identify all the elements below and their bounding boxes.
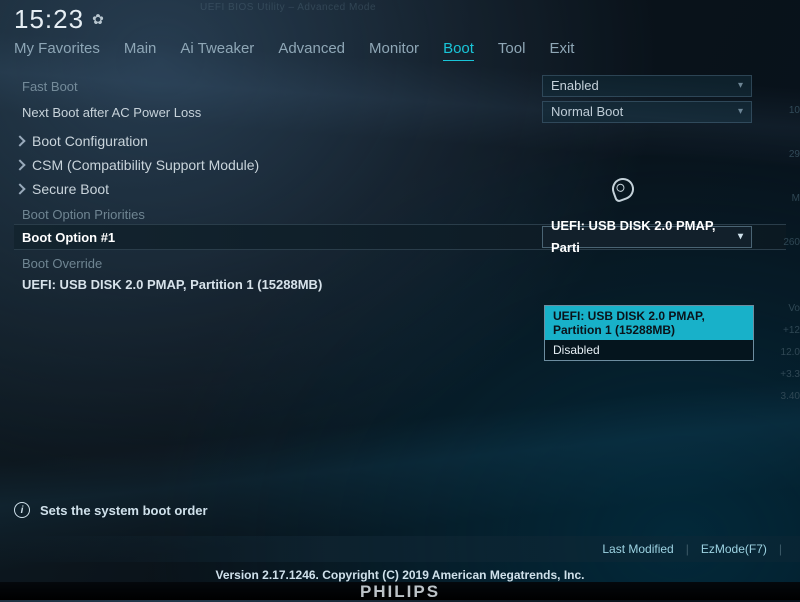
chevron-down-icon: ▾ bbox=[738, 75, 743, 97]
next-boot-dropdown[interactable]: Normal Boot ▾ bbox=[542, 101, 752, 123]
boot-option-dropdown-popup: UEFI: USB DISK 2.0 PMAP, Partition 1 (15… bbox=[544, 305, 754, 361]
submenu-secure-boot[interactable]: Secure Boot bbox=[14, 177, 786, 201]
chevron-down-icon: ▾ bbox=[738, 101, 743, 123]
dropdown-option[interactable]: Disabled bbox=[545, 340, 753, 360]
side-info-ghost: 1029M260Vo+1212.0+3.33.40 bbox=[774, 100, 800, 408]
submenu-label: CSM (Compatibility Support Module) bbox=[32, 157, 259, 173]
bottom-bar: Last Modified | EzMode(F7) | bbox=[0, 536, 800, 562]
boot-override-item[interactable]: UEFI: USB DISK 2.0 PMAP, Partition 1 (15… bbox=[14, 273, 786, 296]
chevron-down-icon: ▾ bbox=[738, 226, 743, 248]
dropdown-option[interactable]: UEFI: USB DISK 2.0 PMAP, Partition 1 (15… bbox=[545, 306, 753, 340]
chevron-right-icon bbox=[14, 135, 25, 146]
help-text: Sets the system boot order bbox=[40, 503, 208, 518]
info-icon: i bbox=[14, 502, 30, 518]
boot-option-1-dropdown[interactable]: UEFI: USB DISK 2.0 PMAP, Parti ▾ bbox=[542, 226, 752, 248]
tab-my-favorites[interactable]: My Favorites bbox=[14, 40, 100, 61]
fast-boot-dropdown[interactable]: Enabled ▾ bbox=[542, 75, 752, 97]
last-modified-link[interactable]: Last Modified bbox=[602, 542, 673, 556]
submenu-list: Boot Configuration CSM (Compatibility Sup… bbox=[14, 129, 786, 201]
submenu-csm-compatibility-support-module-[interactable]: CSM (Compatibility Support Module) bbox=[14, 153, 786, 177]
tab-boot[interactable]: Boot bbox=[443, 40, 474, 61]
boot-option-1-row[interactable]: Boot Option #1 UEFI: USB DISK 2.0 PMAP, … bbox=[14, 224, 786, 250]
chevron-right-icon bbox=[14, 183, 25, 194]
submenu-label: Secure Boot bbox=[32, 181, 109, 197]
title-ghost: UEFI BIOS Utility – Advanced Mode bbox=[200, 2, 376, 13]
tab-monitor[interactable]: Monitor bbox=[369, 40, 419, 61]
gear-icon[interactable]: ✿ bbox=[92, 11, 104, 28]
ezmode-link[interactable]: EzMode(F7) bbox=[701, 542, 767, 556]
fast-boot-label: Fast Boot bbox=[22, 79, 542, 94]
help-row: i Sets the system boot order bbox=[14, 502, 208, 518]
next-boot-value: Normal Boot bbox=[551, 101, 623, 123]
main-tabs: My Favorites Main Ai Tweaker Advanced Monito… bbox=[14, 40, 786, 69]
tab-exit[interactable]: Exit bbox=[549, 40, 574, 61]
tab-main[interactable]: Main bbox=[124, 40, 157, 61]
copyright: Version 2.17.1246. Copyright (C) 2019 Am… bbox=[0, 568, 800, 582]
boot-option-1-value: UEFI: USB DISK 2.0 PMAP, Parti bbox=[551, 215, 738, 259]
tab-ai-tweaker[interactable]: Ai Tweaker bbox=[180, 40, 254, 61]
boot-option-1-label: Boot Option #1 bbox=[22, 230, 542, 245]
fast-boot-value: Enabled bbox=[551, 75, 599, 97]
monitor-brand: PHILIPS bbox=[360, 582, 440, 602]
tab-advanced[interactable]: Advanced bbox=[278, 40, 345, 61]
bios-boot-screen: UEFI BIOS Utility – Advanced Mode 15:23 … bbox=[0, 0, 800, 600]
submenu-boot-configuration[interactable]: Boot Configuration bbox=[14, 129, 786, 153]
chevron-right-icon bbox=[14, 159, 25, 170]
tab-tool[interactable]: Tool bbox=[498, 40, 526, 61]
clock: 15:23 bbox=[14, 4, 84, 35]
next-boot-label: Next Boot after AC Power Loss bbox=[22, 105, 542, 120]
submenu-label: Boot Configuration bbox=[32, 133, 148, 149]
